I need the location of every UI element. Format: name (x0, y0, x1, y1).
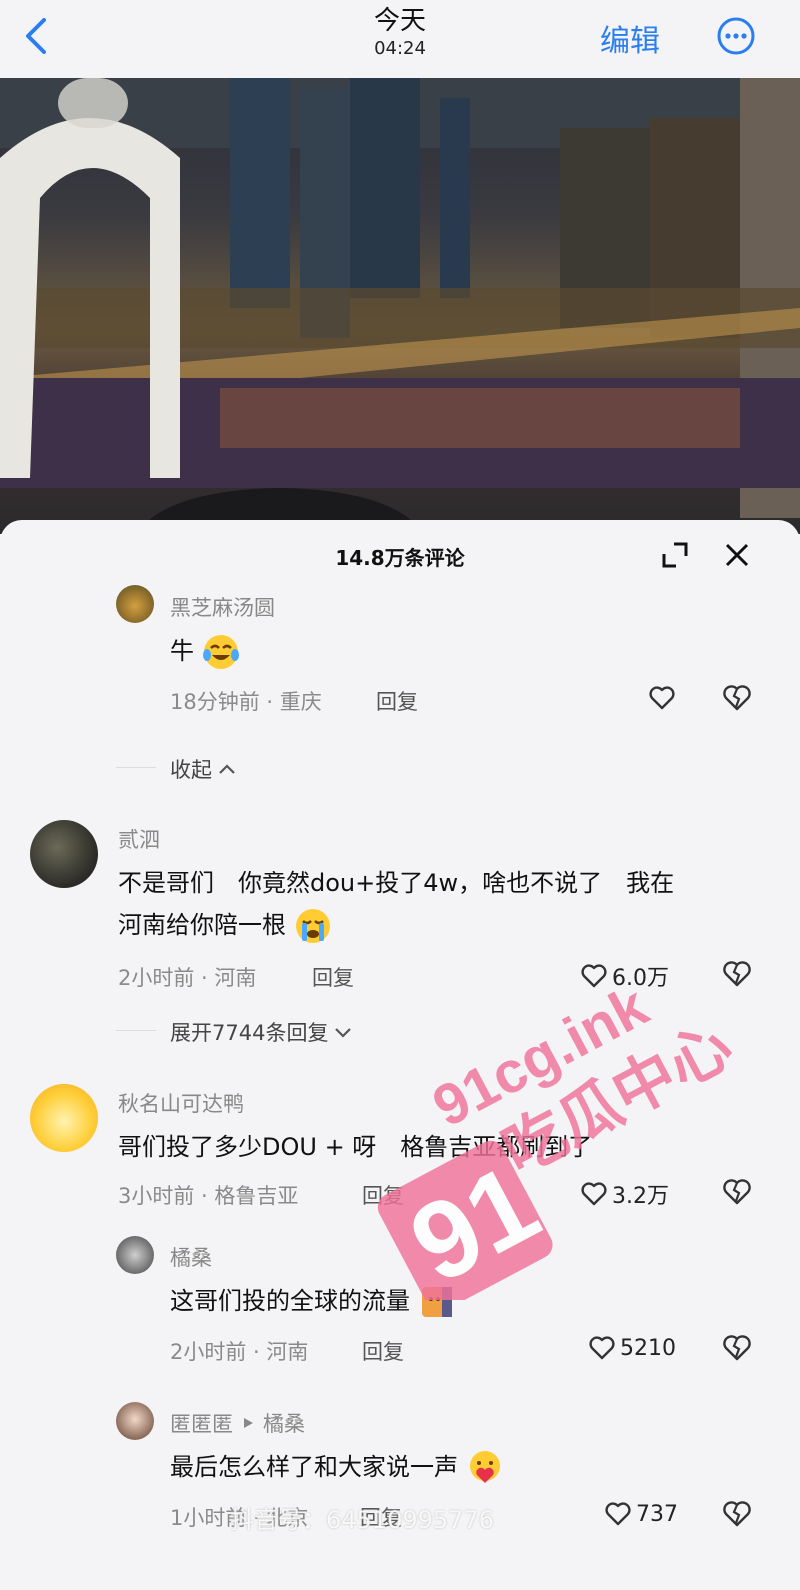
like-heart-icon (581, 1182, 607, 1206)
comment-text-line: 不是哥们 你竟然dou+投了4w，啥也不说了 我在 (118, 869, 675, 897)
like-heart-icon (589, 1336, 615, 1360)
avatar[interactable] (30, 820, 98, 888)
like-button[interactable]: 3.2万 (580, 1178, 669, 1210)
city-night-image (0, 78, 800, 534)
dislike-broken-heart-icon[interactable] (722, 1333, 752, 1363)
comment-username[interactable]: 匿匿匿 (170, 1408, 233, 1438)
comment-username-row: 匿匿匿 橘桑 (170, 1408, 305, 1438)
comment-text: 最后怎么样了和大家说一声 (170, 1446, 504, 1488)
reply-to-username[interactable]: 橘桑 (263, 1408, 305, 1438)
like-heart-icon[interactable] (648, 684, 676, 712)
comment-text-content: 牛 (170, 637, 194, 665)
avatar[interactable] (116, 1402, 154, 1440)
like-count: 737 (636, 1501, 678, 1527)
like-button[interactable]: 6.0万 (580, 960, 669, 992)
comment-text: 牛 (170, 630, 240, 672)
comment-text: 这哥们投的全球的流量 (170, 1280, 456, 1322)
expand-replies-label: 展开7744条回复 (170, 1021, 329, 1045)
top-bar: 今天 04:24 编辑 (0, 0, 800, 78)
like-button[interactable]: 5210 (588, 1334, 676, 1362)
comment-text: 不是哥们 你竟然dou+投了4w，啥也不说了 我在 河南给你陪一根 (118, 862, 778, 946)
like-count: 5210 (620, 1335, 676, 1361)
comment-text-line-2: 河南给你陪一根 (118, 904, 778, 946)
cat-emoji-icon (421, 1287, 452, 1317)
comment-text-content: 河南给你陪一根 (118, 911, 286, 939)
douyin-account-watermark: 抖音号：64510995776 (230, 1506, 494, 1534)
chevron-up-icon (219, 764, 235, 774)
video-frame[interactable] (0, 78, 800, 534)
fullscreen-expand-icon[interactable] (660, 540, 690, 570)
reply-to-arrow-icon (244, 1418, 253, 1428)
dislike-broken-heart-icon[interactable] (722, 1499, 752, 1529)
comment-meta: 2小时前 · 河南 (118, 966, 257, 990)
header-time: 04:24 (374, 38, 426, 59)
comment-time: 18分钟前 (170, 690, 260, 714)
comment-username[interactable]: 秋名山可达鸭 (118, 1088, 244, 1118)
comment-time: 2小时前 (118, 966, 195, 990)
comment-text-content: 这哥们投的全球的流量 (170, 1287, 410, 1315)
crying-emoji-icon (295, 909, 330, 943)
comment-username[interactable]: 贰泗 (118, 824, 160, 854)
collapse-label: 收起 (170, 758, 212, 782)
comment-meta: 3小时前 · 格鲁吉亚 (118, 1184, 299, 1208)
reply-button[interactable]: 回复 (362, 1336, 404, 1366)
comment-text: 哥们投了多少DOU + 呀 格鲁吉亚都刷到了 (118, 1133, 593, 1161)
header-title-block: 今天 04:24 (300, 4, 500, 60)
more-options-icon[interactable] (716, 16, 756, 56)
dislike-broken-heart-icon[interactable] (722, 1177, 752, 1207)
reply-button[interactable]: 回复 (376, 686, 418, 716)
comment-username[interactable]: 橘桑 (170, 1242, 212, 1272)
thread-divider (116, 767, 156, 768)
comment-time: 2小时前 (170, 1340, 247, 1364)
avatar[interactable] (116, 585, 154, 623)
comment-location: 河南 (214, 966, 257, 990)
reply-button[interactable]: 回复 (362, 1180, 404, 1210)
comment-location: 河南 (266, 1340, 309, 1364)
hugging-heart-emoji-icon (469, 1451, 500, 1483)
comment-location: 重庆 (279, 690, 322, 714)
like-count: 3.2万 (612, 1184, 669, 1209)
comment-time: 3小时前 (118, 1184, 195, 1208)
avatar[interactable] (116, 1236, 154, 1274)
like-button[interactable]: 737 (604, 1500, 678, 1528)
like-heart-icon (605, 1502, 631, 1526)
edit-button[interactable]: 编辑 (600, 16, 660, 60)
comment-text-content: 最后怎么样了和大家说一声 (170, 1453, 458, 1481)
back-chevron-icon[interactable] (18, 12, 58, 60)
like-heart-icon (581, 964, 607, 988)
avatar[interactable] (30, 1084, 98, 1152)
chevron-down-icon (335, 1028, 352, 1038)
dislike-broken-heart-icon[interactable] (722, 959, 752, 989)
comment-meta: 18分钟前 · 重庆 (170, 690, 322, 714)
thread-divider (116, 1030, 156, 1031)
comment-meta: 2小时前 · 河南 (170, 1340, 309, 1364)
reply-button[interactable]: 回复 (312, 962, 354, 992)
comment-location: 格鲁吉亚 (214, 1184, 299, 1208)
crying-laugh-emoji-icon (202, 635, 239, 669)
expand-replies-button[interactable]: 展开7744条回复 (170, 1017, 354, 1047)
collapse-replies-button[interactable]: 收起 (170, 754, 238, 784)
comment-username[interactable]: 黑芝麻汤圆 (170, 592, 275, 622)
dislike-broken-heart-icon[interactable] (722, 683, 752, 713)
close-icon[interactable] (722, 540, 752, 570)
like-count: 6.0万 (612, 966, 669, 991)
header-title: 今天 (373, 6, 426, 36)
